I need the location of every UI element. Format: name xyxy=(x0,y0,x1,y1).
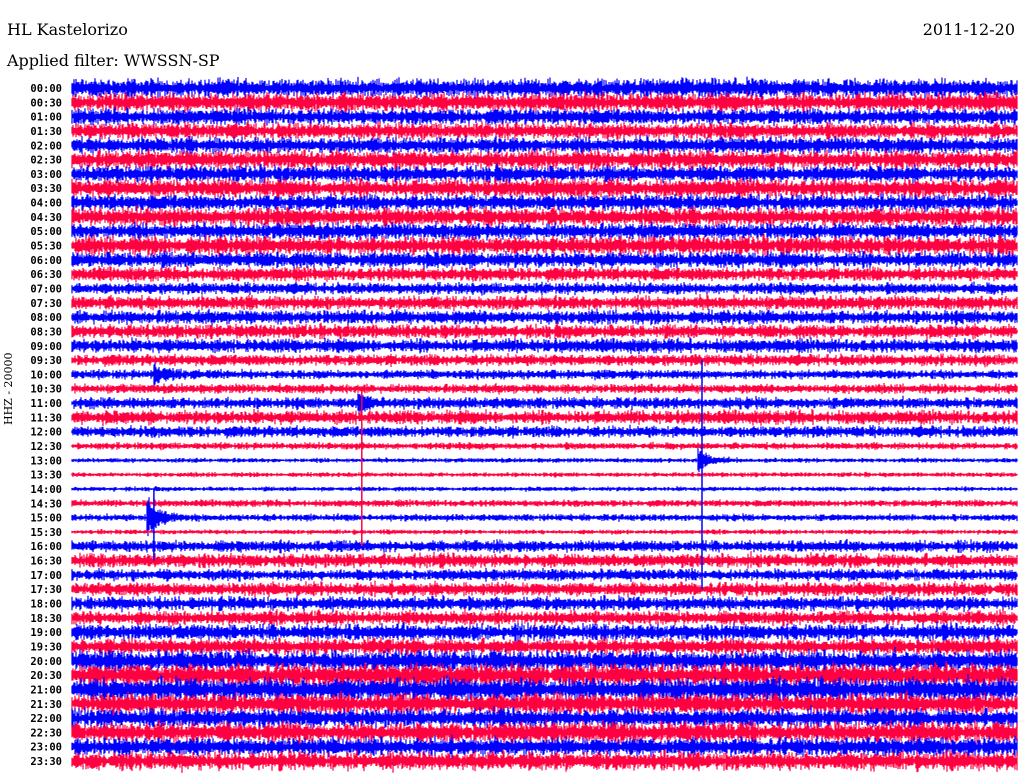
trace-row xyxy=(71,265,1018,283)
row-time-label: 17:30 xyxy=(30,584,62,596)
row-time-label: 02:30 xyxy=(30,155,62,167)
row-time-label: 03:00 xyxy=(30,169,62,181)
trace-row xyxy=(71,322,1018,341)
row-time-label: 12:30 xyxy=(30,441,62,453)
row-time-label: 14:00 xyxy=(30,484,62,496)
trace-row xyxy=(71,594,1018,613)
trace-row xyxy=(71,499,1018,508)
trace-row xyxy=(71,448,1018,472)
row-time-label: 08:30 xyxy=(30,326,62,338)
row-time-label: 05:30 xyxy=(30,241,62,253)
trace-row xyxy=(71,205,1018,229)
row-time-label: 22:00 xyxy=(30,713,62,725)
row-time-label: 03:30 xyxy=(30,183,62,195)
row-time-label: 10:00 xyxy=(30,369,62,381)
trace-row xyxy=(71,486,1018,492)
row-time-label: 22:30 xyxy=(30,727,62,739)
row-time-label: 19:00 xyxy=(30,627,62,639)
row-time-label: 00:30 xyxy=(30,97,62,109)
trace-row xyxy=(71,528,1018,535)
row-time-label: 04:00 xyxy=(30,198,62,210)
row-time-label: 18:00 xyxy=(30,599,62,611)
trace-row xyxy=(71,538,1018,554)
row-time-label: 10:30 xyxy=(30,384,62,396)
trace-row xyxy=(71,580,1018,599)
row-time-label: 01:00 xyxy=(30,112,62,124)
trace-row xyxy=(71,608,1018,627)
row-time-label: 15:00 xyxy=(30,513,62,525)
row-time-label: 13:00 xyxy=(30,455,62,467)
row-time-label: 14:30 xyxy=(30,498,62,510)
trace-row xyxy=(71,233,1018,258)
trace-row xyxy=(71,551,1018,569)
trace-row xyxy=(71,424,1018,439)
row-time-label: 16:00 xyxy=(30,541,62,553)
trace-row xyxy=(71,382,1018,395)
row-time-label: 15:30 xyxy=(30,527,62,539)
row-time-label: 23:30 xyxy=(30,756,62,768)
row-time-label: 09:30 xyxy=(30,355,62,367)
trace-row xyxy=(71,567,1018,582)
trace-row xyxy=(71,471,1018,478)
row-time-label: 13:30 xyxy=(30,470,62,482)
trace-row xyxy=(71,308,1018,326)
row-time-label: 08:00 xyxy=(30,312,62,324)
trace-row xyxy=(71,441,1018,451)
row-time-label: 20:00 xyxy=(30,656,62,668)
trace-row xyxy=(71,337,1018,355)
row-time-label: 17:00 xyxy=(30,570,62,582)
row-time-label: 06:00 xyxy=(30,255,62,267)
row-time-label: 04:30 xyxy=(30,212,62,224)
row-time-label: 21:00 xyxy=(30,684,62,696)
row-time-label: 21:30 xyxy=(30,699,62,711)
trace-row xyxy=(71,106,1018,127)
row-time-label: 16:30 xyxy=(30,556,62,568)
row-time-label: 23:00 xyxy=(30,742,62,754)
row-time-label: 20:30 xyxy=(30,670,62,682)
trace-row xyxy=(71,363,1018,386)
row-time-label: 06:30 xyxy=(30,269,62,281)
row-time-label: 11:30 xyxy=(30,412,62,424)
trace-row xyxy=(71,353,1018,368)
row-time-label: 00:00 xyxy=(30,83,62,95)
row-time-label: 09:00 xyxy=(30,341,62,353)
trace-row xyxy=(71,76,1018,100)
trace-row xyxy=(71,621,1018,642)
row-time-label: 02:00 xyxy=(30,140,62,152)
trace-row xyxy=(71,408,1018,427)
trace-row xyxy=(71,294,1018,312)
row-time-label: 11:00 xyxy=(30,398,62,410)
row-time-label: 05:00 xyxy=(30,226,62,238)
row-time-label: 07:00 xyxy=(30,283,62,295)
helicorder-plot: 00:00 00:30 01:00 01:30 02:00 02:30 03:00 03:30… xyxy=(30,76,1018,773)
row-time-label: 01:30 xyxy=(30,126,62,138)
row-time-label: 18:30 xyxy=(30,613,62,625)
row-time-label: 12:00 xyxy=(30,427,62,439)
trace-row xyxy=(71,281,1018,296)
row-time-label: 07:30 xyxy=(30,298,62,310)
row-time-label: 19:30 xyxy=(30,641,62,653)
